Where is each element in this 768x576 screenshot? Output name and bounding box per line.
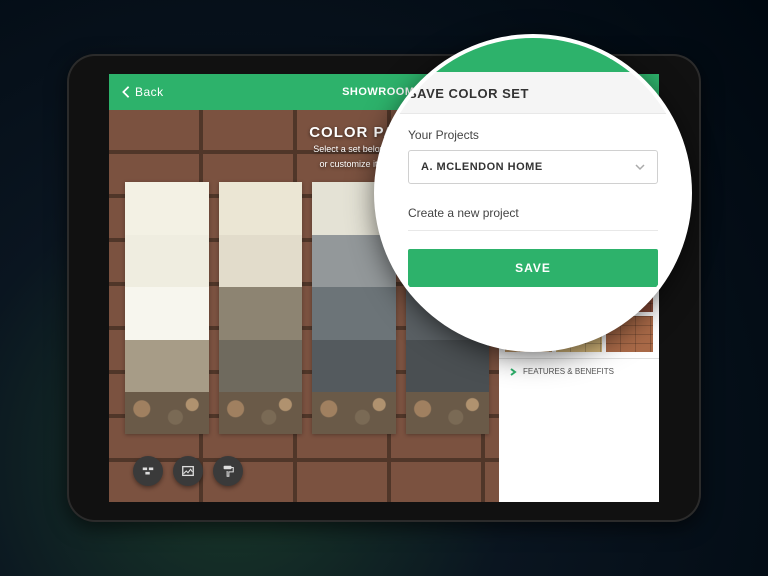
stone-swatch xyxy=(406,392,490,434)
floating-actions xyxy=(133,456,243,486)
image-button[interactable] xyxy=(173,456,203,486)
selected-project: A. MCLENDON HOME xyxy=(421,161,543,173)
detail-bubble: SAVE COLOR SET Your Projects A. MCLENDON… xyxy=(378,38,688,348)
color-swatch xyxy=(312,340,396,393)
back-label: Back xyxy=(135,85,164,99)
features-label: FEATURES & BENEFITS xyxy=(523,367,614,376)
brick-icon xyxy=(141,464,155,478)
image-icon xyxy=(181,464,195,478)
color-swatch xyxy=(312,235,396,288)
color-swatch xyxy=(125,340,209,393)
roller-icon xyxy=(221,464,235,478)
color-swatch xyxy=(312,287,396,340)
color-swatch xyxy=(219,182,303,235)
stone-swatch xyxy=(125,392,209,434)
layers-button[interactable] xyxy=(133,456,163,486)
chevron-right-icon xyxy=(509,368,517,376)
color-swatch xyxy=(219,287,303,340)
stone-swatch xyxy=(312,392,396,434)
color-swatch xyxy=(219,235,303,288)
color-swatch xyxy=(125,235,209,288)
features-link[interactable]: FEATURES & BENEFITS xyxy=(499,358,659,384)
palette-card[interactable] xyxy=(219,182,303,434)
chevron-down-icon xyxy=(635,163,645,171)
color-swatch xyxy=(406,340,490,393)
projects-label: Your Projects xyxy=(408,128,658,142)
paint-button[interactable] xyxy=(213,456,243,486)
color-swatch xyxy=(125,182,209,235)
dialog-body: Your Projects A. MCLENDON HOME Create a … xyxy=(378,114,688,287)
create-project-link[interactable]: Create a new project xyxy=(408,206,658,231)
color-swatch xyxy=(125,287,209,340)
save-button[interactable]: SAVE xyxy=(408,249,658,287)
chevron-left-icon xyxy=(121,85,131,99)
back-button[interactable]: Back xyxy=(121,85,164,99)
project-select[interactable]: A. MCLENDON HOME xyxy=(408,150,658,184)
color-swatch xyxy=(219,340,303,393)
stone-swatch xyxy=(219,392,303,434)
palette-card[interactable] xyxy=(125,182,209,434)
